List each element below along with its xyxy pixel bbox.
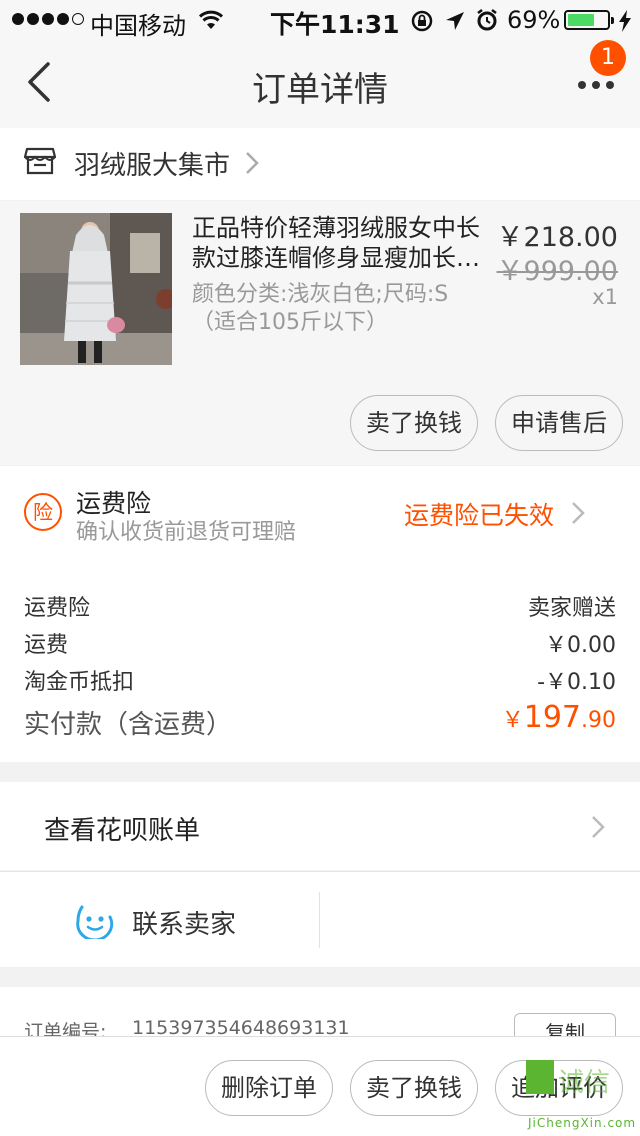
watermark-url: JiChengXin.com xyxy=(528,1116,637,1130)
contact-bar: 联系卖家 xyxy=(0,871,640,967)
shop-name: 羽绒服大集市 xyxy=(74,151,231,181)
chat-icon xyxy=(76,905,114,939)
after-sale-button[interactable]: 申请售后 xyxy=(495,395,623,451)
product-image[interactable] xyxy=(20,213,172,365)
shipping-insurance-row[interactable]: 险 运费险 确认收货前退货可理赔 运费险已失效 xyxy=(0,466,640,562)
product-title[interactable]: 正品特价轻薄羽绒服女中长款过膝连帽修身显瘦加长… xyxy=(192,213,492,273)
divider xyxy=(319,892,320,948)
insurance-status: 运费险已失效 xyxy=(404,501,555,530)
contact-seller-button[interactable]: 联系卖家 xyxy=(0,872,319,968)
page-title: 订单详情 xyxy=(252,70,388,110)
chevron-right-icon xyxy=(572,502,585,524)
shop-row[interactable]: 羽绒服大集市 xyxy=(0,128,640,200)
contact-seller-label: 联系卖家 xyxy=(132,910,237,940)
fee-value: 卖家赠送 xyxy=(527,596,616,621)
sell-button[interactable]: 卖了换钱 xyxy=(350,1060,478,1116)
battery-percent: 69% xyxy=(507,6,561,34)
nav-bar: 订单详情 1 xyxy=(0,40,640,128)
signal-strength-icon xyxy=(12,13,84,25)
fee-label: 运费 xyxy=(24,633,69,658)
clock: 下午11:31 xyxy=(270,10,400,39)
fee-summary: 运费险 卖家赠送 运费 ￥0.00 淘金币抵扣 -￥0.10 实付款（含运费） … xyxy=(0,562,640,762)
product-item[interactable]: 正品特价轻薄羽绒服女中长款过膝连帽修身显瘦加长… 颜色分类:浅灰白色;尺码:S（… xyxy=(0,201,640,465)
insurance-subtitle: 确认收货前退货可理赔 xyxy=(76,520,297,545)
currency-symbol: ￥ xyxy=(501,708,524,733)
wifi-icon xyxy=(198,10,224,29)
amount-integer: 197 xyxy=(523,700,581,735)
product-sku: 颜色分类:浅灰白色;尺码:S（适合105斤以下） xyxy=(192,282,449,335)
huabei-label: 查看花呗账单 xyxy=(44,816,201,846)
carrier-name: 中国移动 xyxy=(90,12,186,40)
shop-icon xyxy=(24,147,56,175)
fee-value: -￥0.10 xyxy=(537,670,616,695)
fee-value: ￥0.00 xyxy=(545,633,616,658)
chevron-right-icon xyxy=(592,816,605,838)
watermark-logo xyxy=(526,1060,554,1094)
total-paid-amount: ￥197.90 xyxy=(502,700,616,735)
battery-icon xyxy=(564,10,614,30)
notification-badge: 1 xyxy=(590,40,626,76)
chevron-right-icon xyxy=(246,152,259,174)
location-icon xyxy=(446,12,464,30)
watermark-text: 诚信 xyxy=(558,1068,611,1098)
product-original-price: ￥999.00 xyxy=(496,256,618,287)
charging-icon xyxy=(619,10,631,32)
amount-decimal: .90 xyxy=(581,708,616,733)
alarm-icon xyxy=(477,9,497,31)
status-bar: 中国移动 下午11:31 69% xyxy=(0,0,640,40)
product-quantity: x1 xyxy=(592,285,618,309)
fee-label: 运费险 xyxy=(24,596,91,621)
rotation-lock-icon xyxy=(411,10,433,32)
insurance-icon: 险 xyxy=(24,493,62,531)
delete-order-button[interactable]: 删除订单 xyxy=(205,1060,333,1116)
order-number-row: 订单编号: 115397354648693131 复制 xyxy=(0,987,640,1039)
huabei-bill-row[interactable]: 查看花呗账单 xyxy=(0,782,640,870)
fee-label: 淘金币抵扣 xyxy=(24,670,135,695)
sell-button[interactable]: 卖了换钱 xyxy=(350,395,478,451)
watermark: 诚信 JiChengXin.com xyxy=(522,1058,640,1136)
total-paid-label: 实付款（含运费） xyxy=(24,710,233,740)
